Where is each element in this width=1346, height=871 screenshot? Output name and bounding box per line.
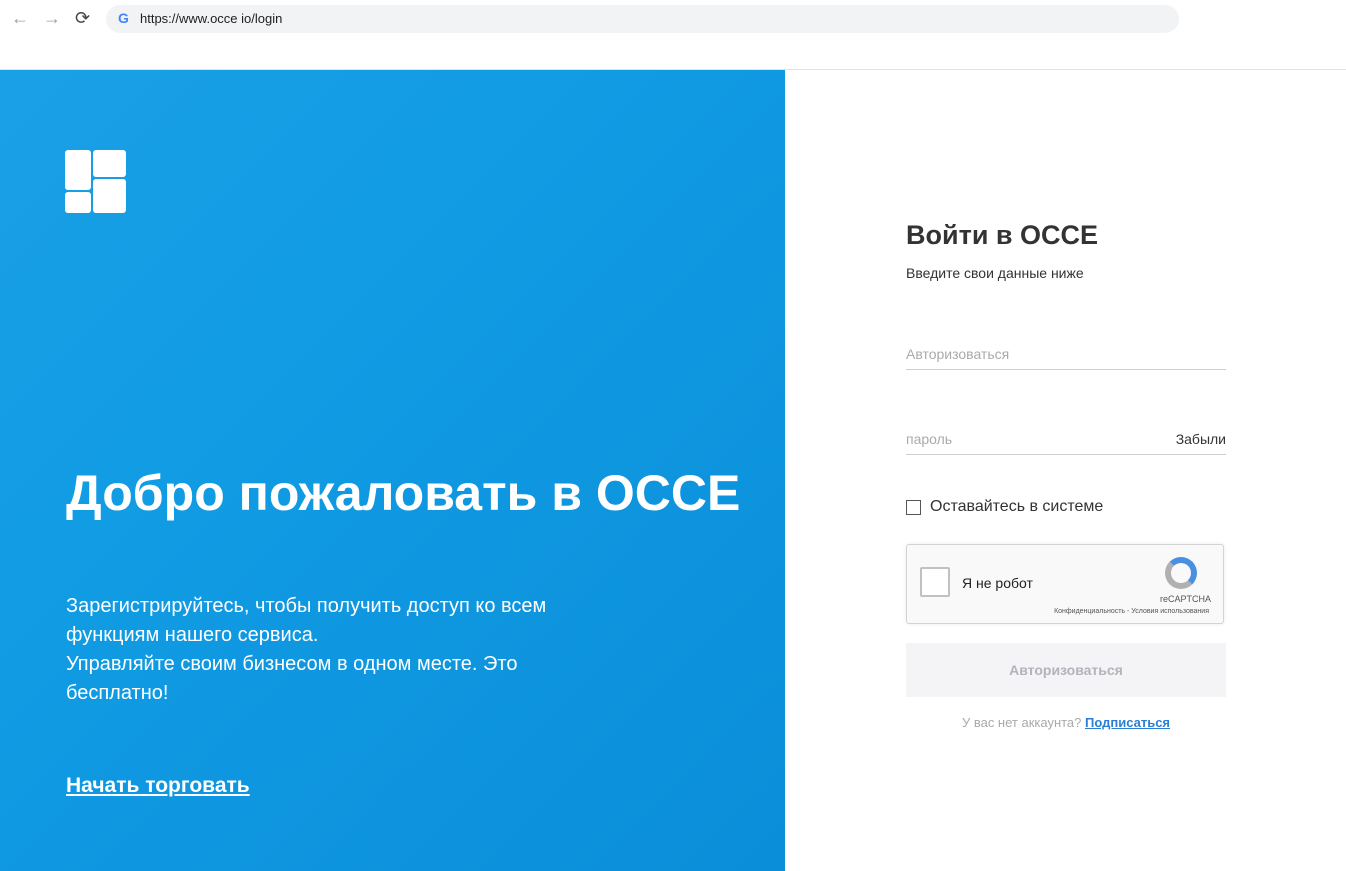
login-input[interactable]: Авторизоваться: [906, 340, 1226, 370]
subtitle-line: Управляйте своим бизнесом в одном месте.…: [66, 653, 518, 675]
subtitle-line: бесплатно!: [66, 682, 169, 704]
recaptcha-label: Я не робот: [962, 575, 1033, 591]
start-trading-link[interactable]: Начать торговать: [66, 774, 250, 798]
address-bar[interactable]: G https://www.occe io/login: [106, 5, 1179, 33]
forward-icon[interactable]: →: [43, 8, 61, 29]
checkbox-icon[interactable]: [906, 499, 921, 515]
password-input[interactable]: пароль Забыли: [906, 425, 1226, 455]
form-hint: Введите свои данные ниже: [906, 265, 1084, 281]
recaptcha-brand: reCAPTCHA: [1159, 594, 1211, 604]
remember-label: Оставайтесь в системе: [930, 498, 1104, 515]
url-text[interactable]: https://www.occe io/login: [140, 11, 282, 26]
signup-row: У вас нет аккаунта? Подписаться: [906, 715, 1226, 730]
form-title: Войти в OCCE: [906, 220, 1099, 250]
no-account-text: У вас нет аккаунта?: [961, 715, 1082, 730]
reload-icon[interactable]: ⟳: [75, 8, 90, 29]
remember-me-checkbox[interactable]: Оставайтесь в системе: [906, 498, 1103, 516]
signup-link[interactable]: Подписаться: [1085, 715, 1170, 730]
recaptcha-logo-icon: [1165, 557, 1197, 589]
browser-toolbar: ← → ⟳ G https://www.occe io/login: [0, 0, 1346, 70]
hero-title: Добро пожаловать в OCCE: [66, 465, 741, 521]
subtitle-line: Зарегистрируйтесь, чтобы получить доступ…: [66, 595, 547, 617]
occe-logo-icon: [65, 150, 126, 213]
hero-panel: Добро пожаловать в OCCE Зарегистрируйтес…: [0, 70, 785, 871]
recaptcha-checkbox[interactable]: [920, 567, 950, 597]
google-icon: G: [118, 10, 129, 26]
recaptcha-widget: Я не робот reCAPTCHA Конфиденциальность …: [906, 544, 1224, 624]
password-placeholder: пароль: [906, 431, 953, 447]
login-form: Войти в OCCE Введите свои данные ниже Ав…: [906, 220, 1226, 730]
hero-subtitle: Зарегистрируйтесь, чтобы получить доступ…: [66, 592, 686, 708]
recaptcha-links[interactable]: Конфиденциальность - Условия использован…: [1054, 608, 1209, 615]
login-placeholder: Авторизоваться: [906, 346, 1010, 362]
forgot-link[interactable]: Забыли: [1176, 431, 1226, 447]
subtitle-line: функциям нашего сервиса.: [66, 624, 319, 646]
login-button[interactable]: Авторизоваться: [906, 643, 1226, 697]
back-icon[interactable]: ←: [11, 8, 29, 29]
